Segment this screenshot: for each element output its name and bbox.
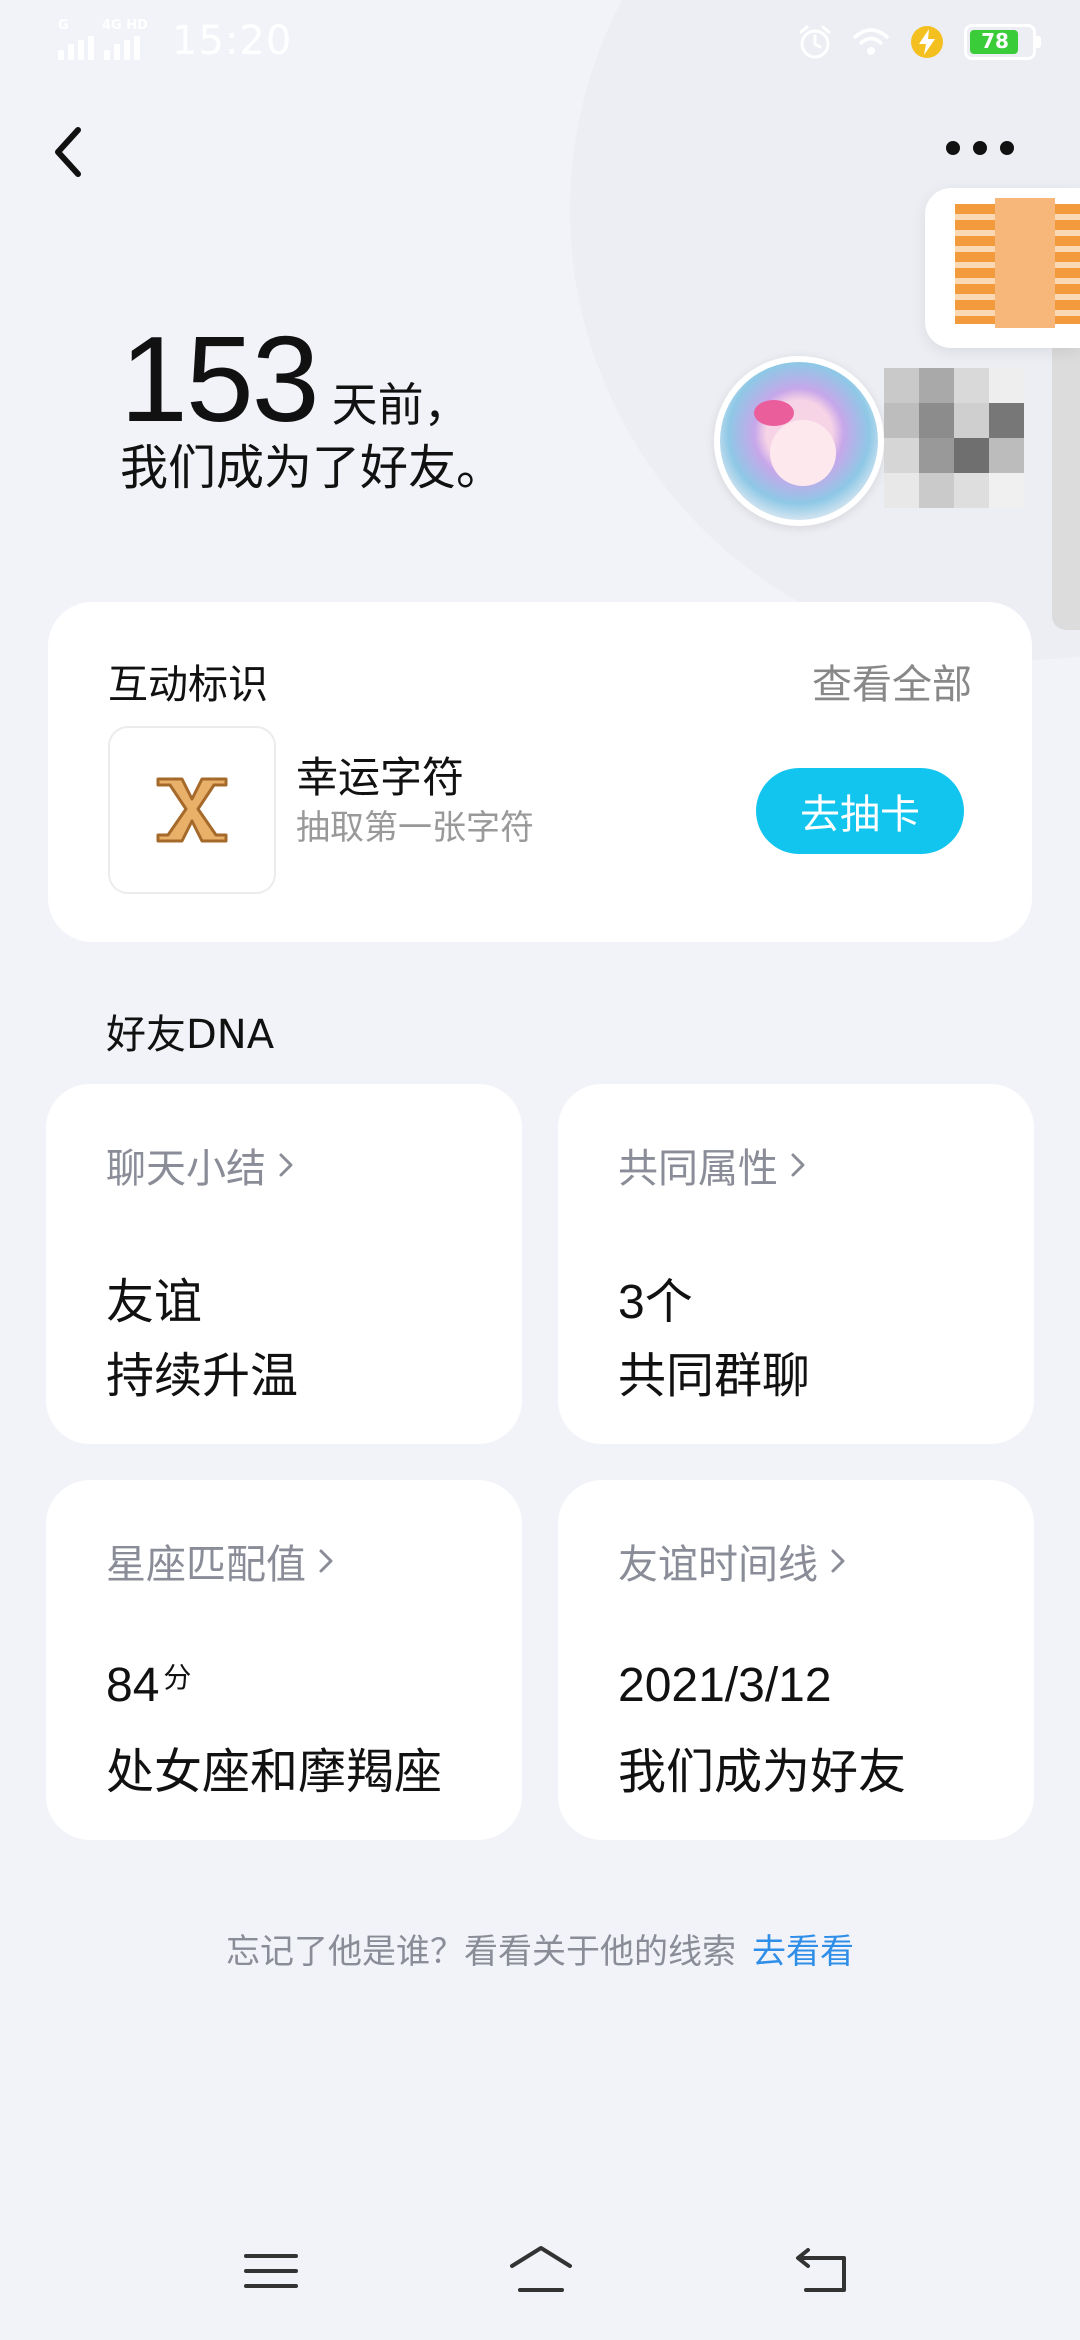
draw-card-button[interactable]: 去抽卡 <box>756 768 964 854</box>
mosaic-avatar[interactable] <box>884 368 1024 508</box>
network-label-left: G <box>58 18 69 33</box>
clue-hint-link[interactable]: 去看看 <box>752 1932 854 1972</box>
view-all-link[interactable]: 查看全部 <box>812 652 972 710</box>
friendship-date: 2021/3/12 <box>618 1659 832 1712</box>
chevron-right-icon <box>319 1549 333 1573</box>
status-icons: 78 <box>796 22 1041 62</box>
zodiac-score: 84 分 <box>106 1658 191 1713</box>
avatar[interactable] <box>714 356 884 526</box>
menu-icon[interactable] <box>236 2236 306 2306</box>
badge-desc: 抽取第一张字符 <box>296 808 534 848</box>
status-bar: G 4G HD 15:20 78 <box>0 0 1080 84</box>
screen: G 4G HD 15:20 78 153 天前， 我们成为了好友。 互动标识 查… <box>0 0 1080 2340</box>
common-attributes-card[interactable]: 共同属性 3个 共同群聊 <box>558 1084 1034 1444</box>
clue-hint: 忘记了他是谁？看看关于他的线索 去看看 <box>0 1924 1080 1973</box>
badge-name: 幸运字符 <box>296 753 465 802</box>
common-attributes-title: 共同属性 <box>618 1146 778 1192</box>
home-icon[interactable] <box>506 2236 576 2306</box>
status-time: 15:20 <box>172 18 293 64</box>
friendship-timeline-title: 友谊时间线 <box>618 1542 818 1588</box>
chat-summary-line1: 友谊 <box>106 1274 203 1330</box>
chevron-right-icon <box>279 1153 293 1177</box>
wifi-icon <box>853 28 889 55</box>
days-count: 153 <box>120 311 320 447</box>
zodiac-pair: 处女座和摩羯座 <box>106 1744 443 1800</box>
zodiac-match-title: 星座匹配值 <box>106 1542 306 1588</box>
network-label-right: 4G HD <box>102 18 148 33</box>
lucky-x-icon <box>156 777 228 843</box>
days-suffix: 天前， <box>331 378 470 432</box>
more-dots-icon[interactable] <box>940 128 1020 168</box>
chevron-right-icon <box>791 1153 805 1177</box>
system-nav-bar <box>0 2236 1080 2316</box>
common-attributes-line2: 共同群聊 <box>618 1348 811 1404</box>
chat-summary-card[interactable]: 聊天小结 友谊 持续升温 <box>46 1084 522 1444</box>
friendship-timeline-card[interactable]: 友谊时间线 2021/3/12 我们成为好友 <box>558 1480 1034 1840</box>
chevron-right-icon <box>831 1549 845 1573</box>
interaction-title: 互动标识 <box>108 662 268 708</box>
signal-icon: G 4G HD <box>58 18 158 60</box>
battery-icon: 78 <box>964 24 1041 60</box>
chat-summary-title: 聊天小结 <box>106 1146 266 1192</box>
friend-subtitle: 我们成为了好友。 <box>120 440 505 496</box>
zodiac-score-value: 84 <box>106 1659 160 1712</box>
interaction-card: 互动标识 查看全部 幸运字符 抽取第一张字符 去抽卡 <box>48 602 1032 942</box>
charging-bolt-icon <box>911 26 943 58</box>
dna-section-title: 好友DNA <box>106 1012 275 1058</box>
lucky-badge-tile[interactable] <box>108 726 276 894</box>
battery-level: 78 <box>981 29 1009 53</box>
zodiac-score-unit: 分 <box>163 1661 192 1694</box>
zodiac-match-card[interactable]: 星座匹配值 84 分 处女座和摩羯座 <box>46 1480 522 1840</box>
friendship-date-caption: 我们成为好友 <box>618 1744 907 1800</box>
chevron-left-icon[interactable] <box>44 112 104 192</box>
chat-summary-line2: 持续升温 <box>106 1348 299 1404</box>
alarm-icon <box>799 25 831 59</box>
floating-widget[interactable] <box>925 188 1080 348</box>
days-line: 153 天前， <box>120 318 470 440</box>
return-icon[interactable] <box>786 2236 856 2306</box>
common-attributes-line1: 3个 <box>618 1276 693 1329</box>
clue-hint-text: 忘记了他是谁？看看关于他的线索 <box>226 1932 736 1972</box>
